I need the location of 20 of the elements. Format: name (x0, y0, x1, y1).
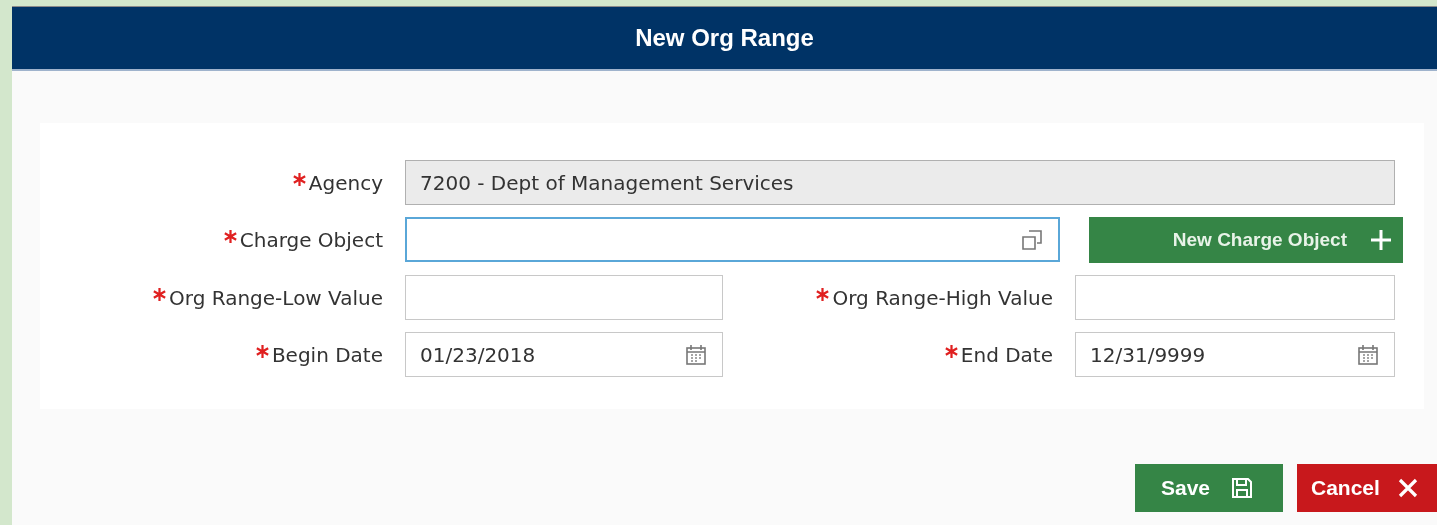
new-charge-object-button[interactable]: New Charge Object (1089, 217, 1403, 263)
field-label: Begin Date (271, 342, 383, 367)
save-button[interactable]: Save (1135, 464, 1283, 512)
field-label: Charge Object (239, 227, 383, 252)
plus-icon (1369, 228, 1393, 252)
date-field[interactable]: 12/31/9999 (1075, 332, 1395, 377)
date-field[interactable]: 01/23/2018 (405, 332, 723, 377)
field-label: End Date (960, 342, 1053, 367)
calendar-icon[interactable] (1356, 342, 1380, 367)
overlapping-squares-icon[interactable] (1020, 227, 1044, 252)
input-field[interactable] (1075, 275, 1395, 320)
field-label: Org Range-Low Value (169, 285, 383, 310)
field-label: Org Range-High Value (832, 285, 1053, 310)
field-label: Agency (308, 170, 383, 195)
calendar-icon[interactable] (684, 342, 708, 367)
dialog-title: New Org Range (635, 24, 814, 52)
input-field[interactable] (405, 275, 723, 320)
cancel-button[interactable]: Cancel (1297, 464, 1437, 512)
input-field[interactable]: 7200 - Dept of Management Services (405, 160, 1395, 205)
input-field[interactable] (405, 217, 1060, 262)
